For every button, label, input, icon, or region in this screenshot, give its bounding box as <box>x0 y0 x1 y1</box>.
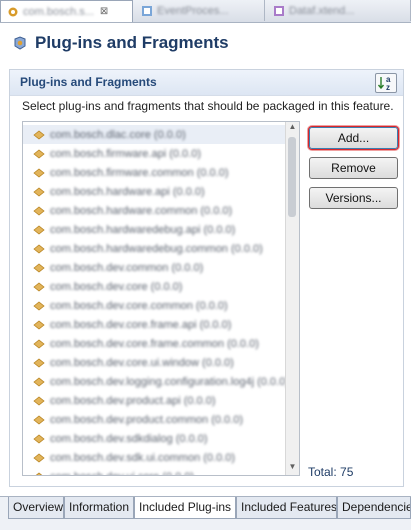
tab-overview[interactable]: Overview <box>8 497 64 519</box>
editor-tab-label: com.bosch.s... <box>23 5 94 18</box>
plugin-icon <box>33 395 45 406</box>
list-item-label: com.bosch.dlac.core (0.0.0) <box>50 128 186 141</box>
plugin-icon <box>33 243 45 254</box>
java-file-icon <box>142 5 152 16</box>
list-item-label: com.bosch.hardware.common (0.0.0) <box>50 204 233 217</box>
tab-included-plugins[interactable]: Included Plug-ins <box>134 497 236 519</box>
editor-tab-eventprocess[interactable]: EventProces... <box>135 0 265 21</box>
plugin-icon <box>33 452 45 463</box>
page-title: Plug-ins and Fragments <box>35 33 229 52</box>
editor-tab-strip: com.bosch.s... ⊠ EventProces... Dataf.xt… <box>0 0 411 23</box>
list-item[interactable]: com.bosch.dev.core.ui.window (0.0.0) <box>23 353 287 372</box>
editor-tab-feature[interactable]: com.bosch.s... ⊠ <box>0 0 133 22</box>
feature-icon <box>8 7 18 16</box>
list-item-label: com.bosch.dev.core.common (0.0.0) <box>50 299 228 312</box>
list-item[interactable]: com.bosch.hardwaredebug.common (0.0.0) <box>23 239 287 258</box>
list-item-label: com.bosch.dev.sdkdialog (0.0.0) <box>50 432 208 445</box>
plugin-icon <box>33 319 45 330</box>
list-item-label: com.bosch.dev.core.frame.api (0.0.0) <box>50 318 232 331</box>
plugin-icon <box>14 36 26 50</box>
scroll-up-icon[interactable]: ▲ <box>286 122 299 135</box>
scrollbar-thumb[interactable] <box>288 137 296 217</box>
total-count: Total: 75 <box>308 465 354 479</box>
list-item-label: com.bosch.dev.common (0.0.0) <box>50 261 204 274</box>
list-item[interactable]: com.bosch.hardware.api (0.0.0) <box>23 182 287 201</box>
section-description: Select plug-ins and fragments that shoul… <box>22 99 394 113</box>
plugin-icon <box>33 338 45 349</box>
section-header: Plug-ins and Fragments a z <box>10 70 403 96</box>
section-title: Plug-ins and Fragments <box>20 75 157 89</box>
plugin-icon <box>33 262 45 273</box>
plugin-icon <box>33 433 45 444</box>
editor-tab-label: Dataf.xtend... <box>289 4 355 17</box>
list-item[interactable]: com.bosch.firmware.api (0.0.0) <box>23 144 287 163</box>
plugin-icon <box>33 167 45 178</box>
plugin-icon <box>33 129 45 140</box>
list-item[interactable]: com.bosch.dev.core.common (0.0.0) <box>23 296 287 315</box>
plugin-icon <box>33 205 45 216</box>
list-item-label: com.bosch.hardwaredebug.common (0.0.0) <box>50 242 263 255</box>
plugin-icon <box>33 148 45 159</box>
plugin-icon <box>35 471 43 475</box>
sort-az-icon: a z <box>377 75 391 92</box>
plugin-icon <box>33 281 45 292</box>
list-item[interactable]: com.bosch.dev.ui.core (0.0.0) <box>23 467 287 476</box>
plugin-list[interactable]: com.bosch.dlac.core (0.0.0) com.bosch.fir… <box>22 121 300 476</box>
plugin-icon <box>33 186 45 197</box>
add-button[interactable]: Add... <box>309 127 398 149</box>
plugin-icon <box>33 414 45 425</box>
tab-information[interactable]: Information <box>64 497 134 519</box>
remove-button[interactable]: Remove <box>309 157 398 179</box>
plugins-section: Plug-ins and Fragments a z Select plug-i… <box>9 69 404 487</box>
list-item-label: com.bosch.dev.core.ui.window (0.0.0) <box>50 356 234 369</box>
list-item[interactable]: com.bosch.dev.product.common (0.0.0) <box>23 410 287 429</box>
list-item[interactable]: com.bosch.dlac.core (0.0.0) <box>23 125 287 144</box>
page-header: Plug-ins and Fragments <box>0 23 411 63</box>
list-item[interactable]: com.bosch.dev.logging.configuration.log4… <box>23 372 289 391</box>
xtend-file-icon <box>274 5 284 16</box>
list-item[interactable]: com.bosch.dev.core.frame.api (0.0.0) <box>23 315 287 334</box>
plugin-icon <box>33 300 45 311</box>
list-item[interactable]: com.bosch.dev.sdk.ui.common (0.0.0) <box>23 448 287 467</box>
scroll-down-icon[interactable]: ▼ <box>286 462 299 475</box>
list-item[interactable]: com.bosch.dev.common (0.0.0) <box>23 258 287 277</box>
list-item[interactable]: com.bosch.dev.core.frame.common (0.0.0) <box>23 334 287 353</box>
list-item[interactable]: com.bosch.hardwaredebug.api (0.0.0) <box>23 220 287 239</box>
plugin-icon <box>33 224 45 235</box>
list-item-label: com.bosch.dev.product.common (0.0.0) <box>50 413 243 426</box>
list-item[interactable]: com.bosch.dev.core (0.0.0) <box>23 277 287 296</box>
tab-included-features[interactable]: Included Features <box>236 497 337 519</box>
sort-az-button[interactable]: a z <box>375 73 397 93</box>
list-item-label: com.bosch.firmware.common (0.0.0) <box>50 166 229 179</box>
editor-tab-dataf[interactable]: Dataf.xtend... <box>267 0 411 21</box>
list-item[interactable]: com.bosch.hardware.common (0.0.0) <box>23 201 287 220</box>
list-item-label: com.bosch.hardwaredebug.api (0.0.0) <box>50 223 236 236</box>
list-item[interactable]: com.bosch.dev.product.api (0.0.0) <box>23 391 287 410</box>
editor-page-tabs: Overview Information Included Plug-ins I… <box>0 496 411 530</box>
tab-dependencies[interactable]: Dependencies <box>337 497 411 519</box>
list-item-label: com.bosch.hardware.api (0.0.0) <box>50 185 205 198</box>
plugin-icon <box>33 357 45 368</box>
versions-button[interactable]: Versions... <box>309 187 398 209</box>
list-item-label: com.bosch.dev.core (0.0.0) <box>50 280 183 293</box>
list-item[interactable]: com.bosch.firmware.common (0.0.0) <box>23 163 287 182</box>
editor-tab-label: EventProces... <box>157 4 229 17</box>
list-item-label: com.bosch.firmware.api (0.0.0) <box>50 147 201 160</box>
list-item-label: com.bosch.dev.logging.configuration.log4… <box>50 375 289 388</box>
vertical-scrollbar[interactable]: ▲ ▼ <box>285 122 299 475</box>
list-item-label: com.bosch.dev.sdk.ui.common (0.0.0) <box>50 451 236 464</box>
close-icon[interactable]: ⊠ <box>100 6 108 17</box>
svg-text:z: z <box>386 83 390 92</box>
list-item[interactable]: com.bosch.dev.sdkdialog (0.0.0) <box>23 429 287 448</box>
plugin-icon <box>33 376 45 387</box>
list-item-label: com.bosch.dev.core.frame.common (0.0.0) <box>50 337 259 350</box>
list-item-label: com.bosch.dev.product.api (0.0.0) <box>50 394 216 407</box>
list-item-label: com.bosch.dev.ui.core (0.0.0) <box>50 471 194 476</box>
